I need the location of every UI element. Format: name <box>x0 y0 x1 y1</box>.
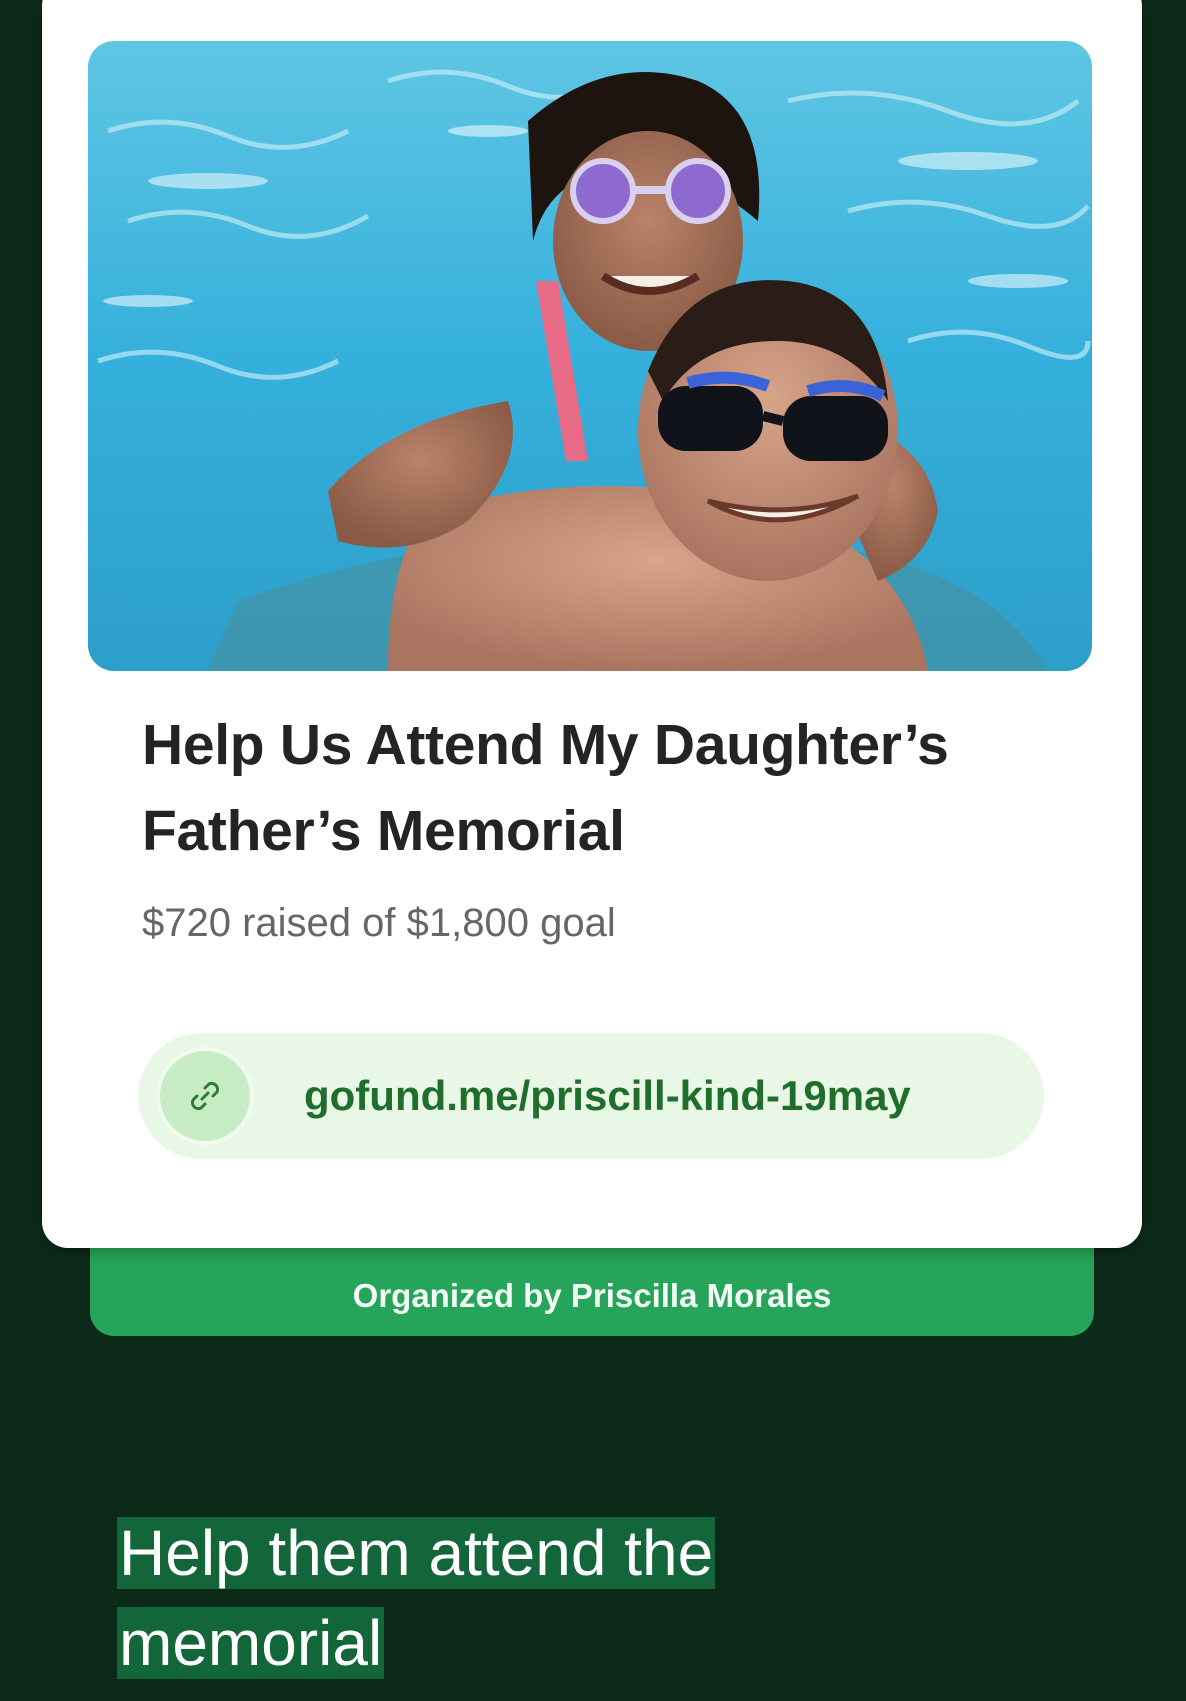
fundraiser-card[interactable]: Help Us Attend My Daughter’s Father’s Me… <box>42 0 1142 1248</box>
campaign-title: Help Us Attend My Daughter’s Father’s Me… <box>142 713 949 863</box>
raised-progress-text: $720 raised of $1,800 goal <box>142 901 616 945</box>
campaign-photo <box>88 41 1092 671</box>
share-link-button[interactable]: gofund.me/priscill-kind-19may <box>138 1033 1044 1159</box>
organizer-text: Organized by Priscilla Morales <box>352 1277 832 1314</box>
campaign-link-text[interactable]: gofund.me/priscill-kind-19may <box>304 1071 911 1121</box>
caption-text: Help them attend the memorial <box>117 1508 877 1688</box>
caption-highlight: Help them attend the memorial <box>117 1517 716 1679</box>
link-icon <box>160 1051 250 1141</box>
